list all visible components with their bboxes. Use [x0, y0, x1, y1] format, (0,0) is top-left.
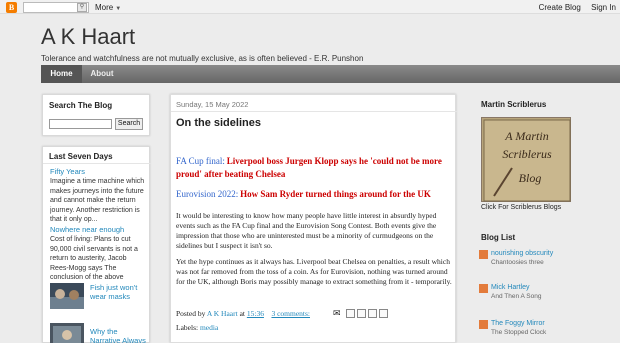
chevron-down-icon: ▼: [115, 6, 122, 12]
blog-list-post[interactable]: And Then A Song: [491, 293, 541, 300]
blog-list-item-nourishing[interactable]: nourishing obscurity: [491, 250, 553, 257]
label-media-link[interactable]: media: [200, 323, 218, 332]
link-eurovision-prefix: Eurovision 2022:: [176, 189, 239, 199]
post-link-fifty-years[interactable]: Fifty Years: [50, 167, 85, 176]
scriblerus-banner: A Martin Scriblerus Blog: [483, 119, 571, 202]
navbar-search-icon[interactable]: ⚲: [77, 3, 87, 12]
post-panel: Sunday, 15 May 2022 On the sidelines FA …: [170, 94, 457, 343]
posted-by-label: Posted by: [176, 309, 206, 318]
blog-list-item-foggy-mirror[interactable]: The Foggy Mirror: [491, 320, 545, 327]
post-link-nowhere-near-enough[interactable]: Nowhere near enough: [50, 225, 124, 234]
post-date: Sunday, 15 May 2022: [176, 100, 249, 109]
tab-bar: Home About: [41, 65, 620, 83]
post-paragraph-2: Yet the hype continues as it always has.…: [176, 257, 452, 286]
post-link-narrative[interactable]: Why the Narrative Always: [90, 327, 146, 343]
blog-avatar-icon: [479, 284, 488, 293]
svg-text:Scriblerus: Scriblerus: [502, 147, 552, 161]
email-share-icon[interactable]: ✉: [333, 309, 342, 318]
post-labels: Labels: media: [176, 323, 218, 332]
navbar-more-menu[interactable]: More ▼: [95, 3, 121, 12]
post-time-link[interactable]: 15:36: [247, 309, 264, 318]
post-link-fish-masks[interactable]: Fish just won't wear masks: [90, 283, 146, 301]
navbar-right: Create Blog Sign In: [531, 3, 616, 12]
blog-search-button[interactable]: Search: [115, 118, 143, 130]
fish-thumbnail[interactable]: [50, 283, 84, 309]
post-snippet: Cost of living: Plans to cut 90,000 civi…: [50, 236, 138, 281]
facebook-share-icon[interactable]: [368, 309, 377, 318]
scriblerus-image[interactable]: A Martin Scriblerus Blog: [481, 117, 571, 202]
create-blog-link[interactable]: Create Blog: [539, 3, 581, 12]
link-fa-cup-prefix: FA Cup final:: [176, 156, 225, 166]
scriblerus-image-text: A Martin: [504, 129, 548, 143]
link-eurovision-text: How Sam Ryder turned things around for t…: [240, 189, 431, 199]
more-label: More: [95, 3, 114, 12]
post-title[interactable]: On the sidelines: [176, 117, 261, 129]
post-footer: Posted by A K Haart at 15:36 3 comments:: [176, 309, 452, 318]
labels-label: Labels:: [176, 323, 199, 332]
link-fa-cup[interactable]: FA Cup final: Liverpool boss Jurgen Klop…: [176, 155, 452, 181]
blogger-navbar: B ⚲ More ▼ Create Blog Sign In: [0, 0, 620, 14]
blog-avatar-icon: [479, 320, 488, 329]
scriblerus-title: Martin Scriblerus: [481, 100, 547, 109]
scriblerus-caption[interactable]: Click For Scriblerus Blogs: [481, 204, 561, 211]
last-seven-days-widget: Last Seven Days Fifty Years Imagine a ti…: [42, 146, 151, 343]
blog-list-title: Blog List: [481, 233, 516, 242]
tab-home[interactable]: Home: [41, 65, 82, 83]
blog-search-input[interactable]: [49, 119, 112, 129]
link-eurovision[interactable]: Eurovision 2022: How Sam Ryder turned th…: [176, 188, 452, 201]
tab-about[interactable]: About: [82, 65, 122, 83]
comments-link[interactable]: 3 comments:: [271, 309, 310, 318]
post-snippet: Imagine a time machine which makes journ…: [50, 178, 145, 223]
blogthis-icon[interactable]: [346, 309, 355, 318]
pinterest-share-icon[interactable]: [379, 309, 388, 318]
blog-description: Tolerance and watchfulness are not mutua…: [41, 54, 364, 63]
post-paragraph-1: It would be interesting to know how many…: [176, 211, 437, 250]
blog-list-post[interactable]: The Stopped Clock: [491, 329, 546, 336]
svg-text:Blog: Blog: [519, 171, 542, 185]
blog-list-item-mick-hartley[interactable]: Mick Hartley: [491, 284, 530, 291]
twitter-share-icon[interactable]: [357, 309, 366, 318]
blogger-logo-icon[interactable]: B: [6, 2, 17, 13]
blog-list-post[interactable]: Chantoosies three: [491, 259, 544, 266]
at-label: at: [239, 309, 245, 318]
blog-title[interactable]: A K Haart: [41, 24, 135, 50]
search-widget-title: Search The Blog: [49, 101, 113, 110]
author-link[interactable]: A K Haart: [207, 309, 238, 318]
last-seven-days-title: Last Seven Days: [49, 152, 113, 161]
search-widget: Search The Blog Search: [42, 94, 150, 136]
narrative-thumbnail[interactable]: [50, 323, 84, 343]
sign-in-link[interactable]: Sign In: [591, 3, 616, 12]
blog-avatar-icon: [479, 250, 488, 259]
